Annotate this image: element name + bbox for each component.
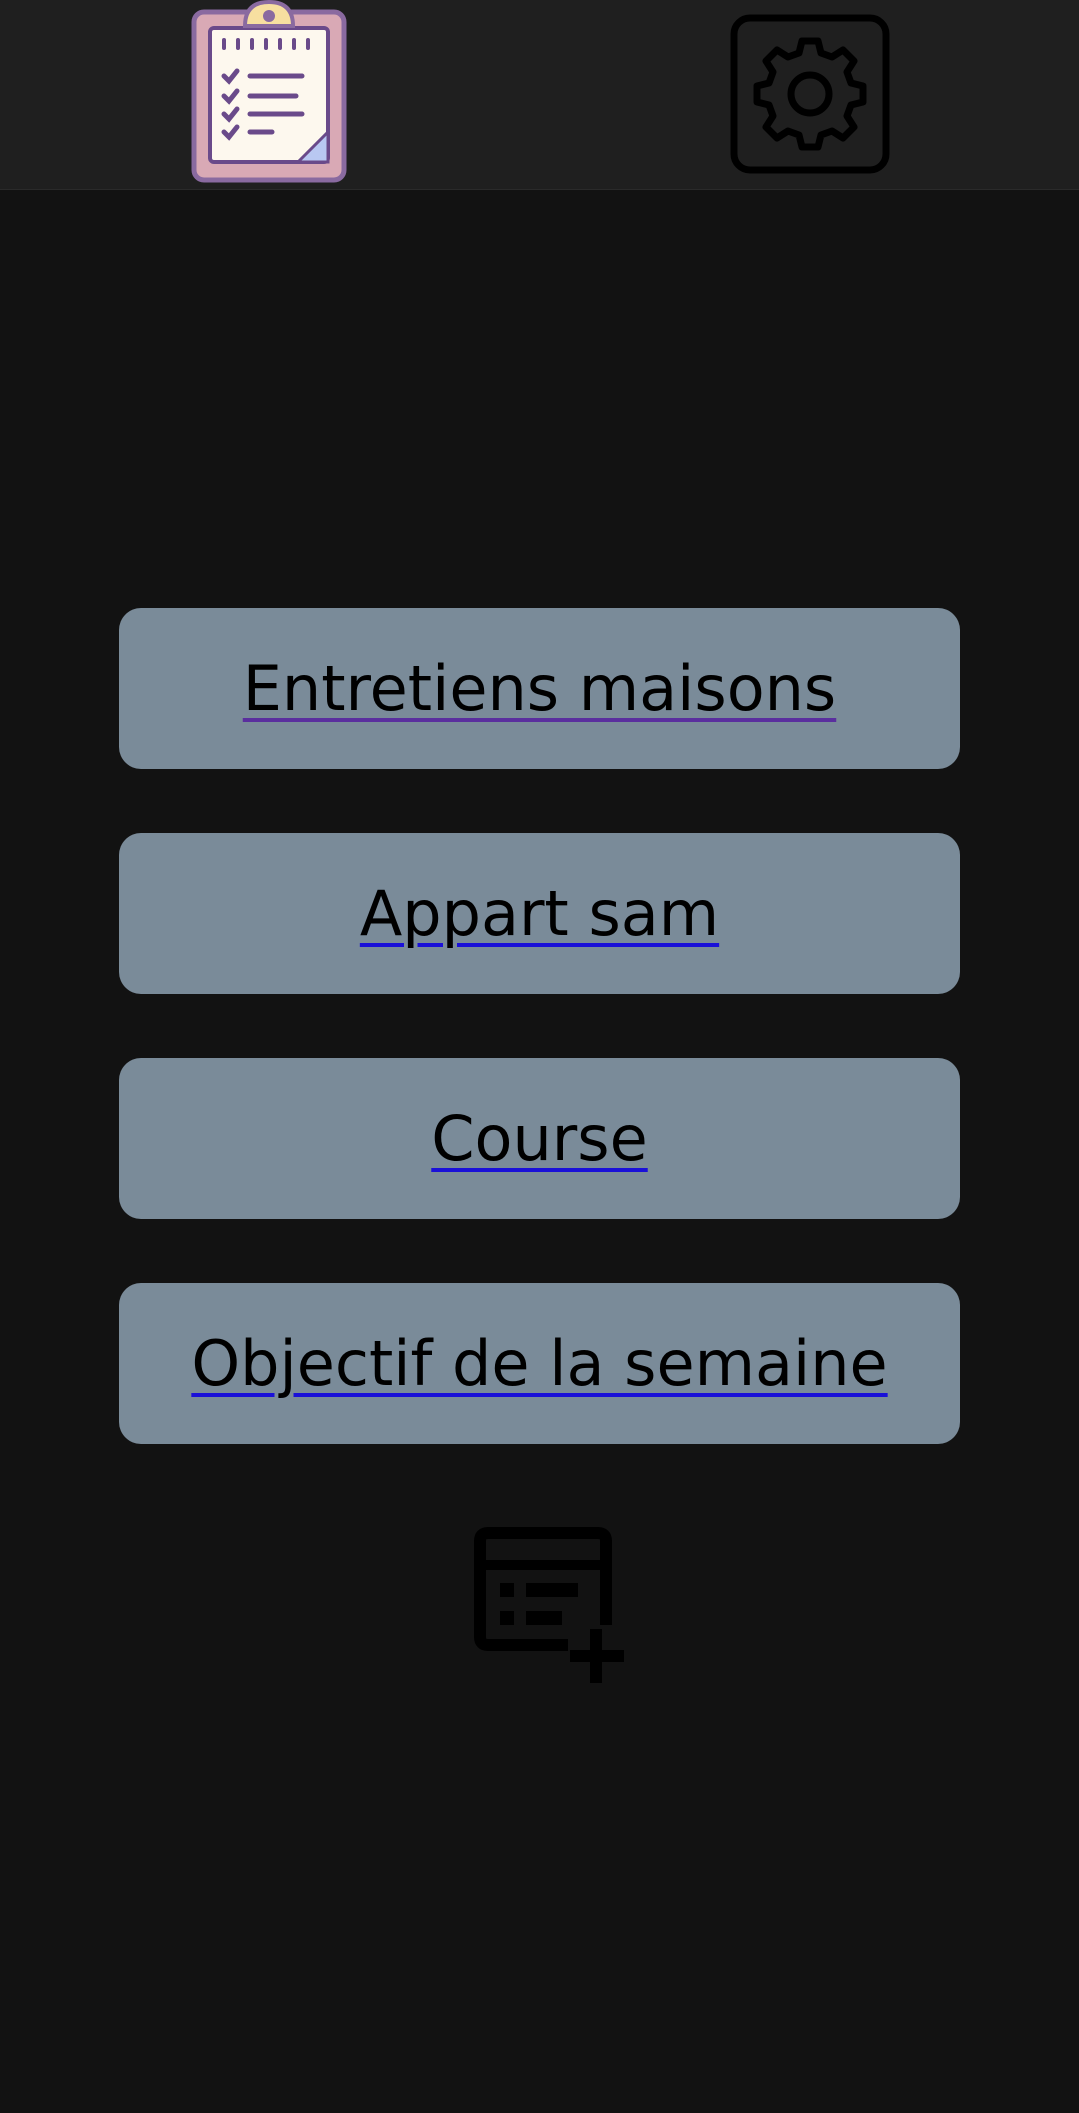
list-button-label: Course (431, 1102, 648, 1175)
gear-icon (730, 14, 890, 174)
list-button-course[interactable]: Course (119, 1058, 960, 1219)
list-button-entretiens-maisons[interactable]: Entretiens maisons (119, 608, 960, 769)
list-button-label: Objectif de la semaine (191, 1327, 888, 1400)
list-button-appart-sam[interactable]: Appart sam (119, 833, 960, 994)
list-button-objectif-de-la-semaine[interactable]: Objectif de la semaine (119, 1283, 960, 1444)
list-button-label: Entretiens maisons (242, 652, 837, 725)
top-bar (0, 0, 1079, 190)
clipboard-checklist-icon[interactable] (190, 0, 348, 184)
add-list-button[interactable] (470, 1525, 630, 1685)
settings-button[interactable] (730, 14, 890, 174)
add-list-icon (474, 1527, 624, 1683)
list-button-label: Appart sam (359, 877, 720, 950)
